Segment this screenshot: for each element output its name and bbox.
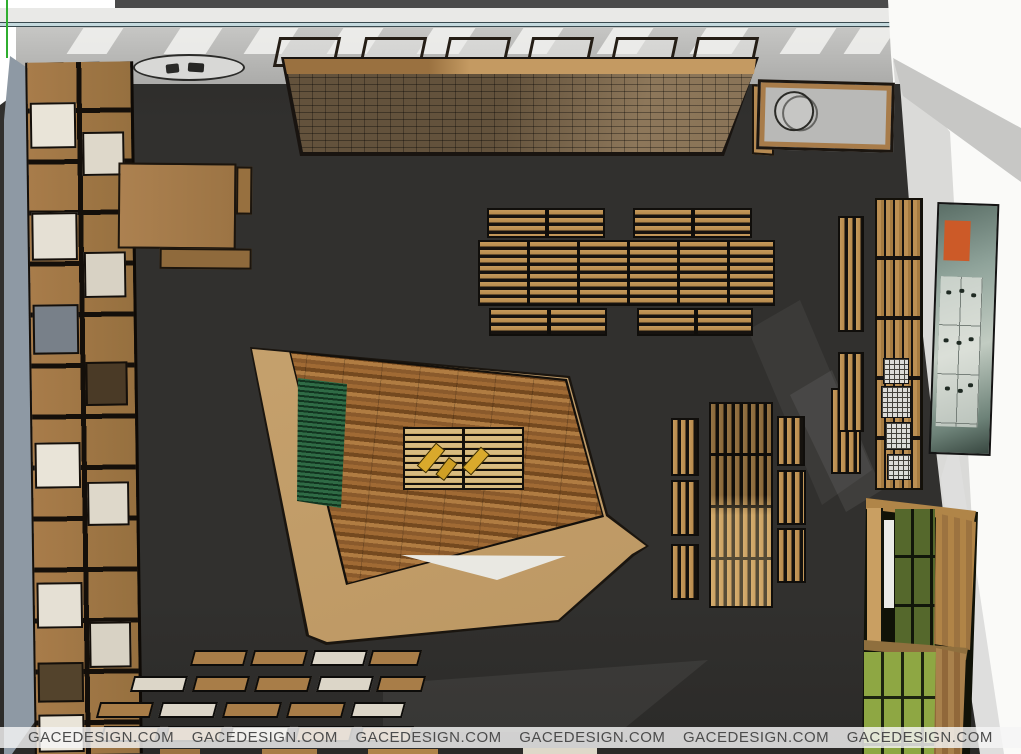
- shelf-basket: [881, 386, 911, 418]
- shelf-cell-white: [30, 102, 77, 149]
- bench-vert: [777, 470, 806, 525]
- poster-grid-images: [936, 276, 983, 427]
- wall-bench-vert: [838, 216, 864, 332]
- shelf-cell-dark: [38, 662, 85, 703]
- poster-image-thumb: [944, 338, 949, 342]
- desk-return: [160, 248, 252, 270]
- wall-bench-vert: [838, 352, 864, 432]
- shelf-basket: [885, 422, 911, 450]
- green-shelf-tan-strip: [867, 508, 883, 648]
- watermark-text: GACEDESIGN.COM: [847, 729, 993, 746]
- top-edge-bar: [115, 0, 1021, 8]
- long-table-top: [478, 240, 775, 306]
- bench-top-right: [633, 208, 752, 238]
- display-table: [376, 676, 426, 692]
- display-table: [368, 650, 422, 666]
- poster-image-thumb: [971, 293, 976, 297]
- display-table: [158, 702, 218, 718]
- watermark-text: GACEDESIGN.COM: [683, 729, 829, 746]
- green-shelf-cells-top: [895, 509, 935, 651]
- wall-top-white-band: [0, 8, 1021, 22]
- bench-vert: [671, 418, 699, 476]
- service-counter: [756, 79, 895, 153]
- display-table: [190, 650, 248, 666]
- watermark-bar: GACEDESIGN.COM GACEDESIGN.COM GACEDESIGN…: [0, 727, 1021, 748]
- fixture-glyph: [166, 63, 180, 73]
- shelf-cell-white: [89, 621, 132, 668]
- poster-image-thumb: [945, 386, 950, 390]
- long-table-vert: [709, 402, 773, 608]
- shelf-cell-dark: [85, 361, 128, 406]
- watermark-text: GACEDESIGN.COM: [28, 729, 174, 746]
- axis-line-green: [6, 0, 8, 58]
- poster-image-thumb: [968, 383, 973, 387]
- display-table: [316, 676, 374, 692]
- bench-vert: [777, 416, 805, 466]
- desk-side-panel: [236, 166, 252, 214]
- display-table: [222, 702, 282, 718]
- bench-bottom-right: [637, 308, 753, 336]
- display-table: [192, 676, 250, 692]
- shelf-cell-gray: [33, 304, 80, 355]
- interior-render: GACEDESIGN.COM GACEDESIGN.COM GACEDESIGN…: [0, 0, 1021, 754]
- green-shelf-white-gap: [884, 520, 894, 608]
- poster-image-thumb: [959, 289, 964, 293]
- bottom-strip-fragment: [160, 749, 200, 754]
- display-table: [250, 650, 308, 666]
- shelf-cell-white: [87, 481, 130, 526]
- display-table: [350, 702, 406, 718]
- poster-image-thumb: [956, 341, 961, 345]
- bench-vert: [671, 480, 699, 536]
- fixture-glyph: [188, 62, 205, 72]
- shelf-cell-white: [31, 212, 78, 261]
- bottom-strip-fragment: [262, 749, 317, 754]
- bottom-strip-fragment: [368, 749, 438, 754]
- wall-poster: [929, 202, 1000, 456]
- shelf-basket: [887, 454, 911, 480]
- wall-slat-shelf: [875, 198, 923, 490]
- bench-vert: [777, 528, 806, 583]
- shelf-cell-white: [34, 442, 81, 489]
- bottom-strip-fragment: [523, 748, 597, 754]
- reading-desk: [103, 159, 256, 272]
- watermark-text: GACEDESIGN.COM: [192, 729, 338, 746]
- shelf-basket: [883, 358, 909, 384]
- bench-top-left: [487, 208, 605, 238]
- bench-vert: [671, 544, 699, 600]
- poster-image-thumb: [969, 337, 974, 341]
- poster-logo-orange: [943, 220, 970, 261]
- oval-ceiling-fixture: [133, 54, 245, 81]
- counter-circle-ring: [782, 95, 819, 132]
- display-table: [286, 702, 346, 718]
- display-table: [310, 650, 368, 666]
- shelf-cell-white: [36, 582, 83, 629]
- display-table: [254, 676, 312, 692]
- display-table: [130, 676, 188, 692]
- display-table: [96, 702, 154, 718]
- desk-top-main: [118, 162, 237, 249]
- watermark-text: GACEDESIGN.COM: [356, 729, 502, 746]
- poster-image-thumb: [958, 389, 963, 393]
- poster-image-thumb: [946, 290, 951, 294]
- watermark-text: GACEDESIGN.COM: [519, 729, 665, 746]
- bench-bottom-left: [489, 308, 607, 336]
